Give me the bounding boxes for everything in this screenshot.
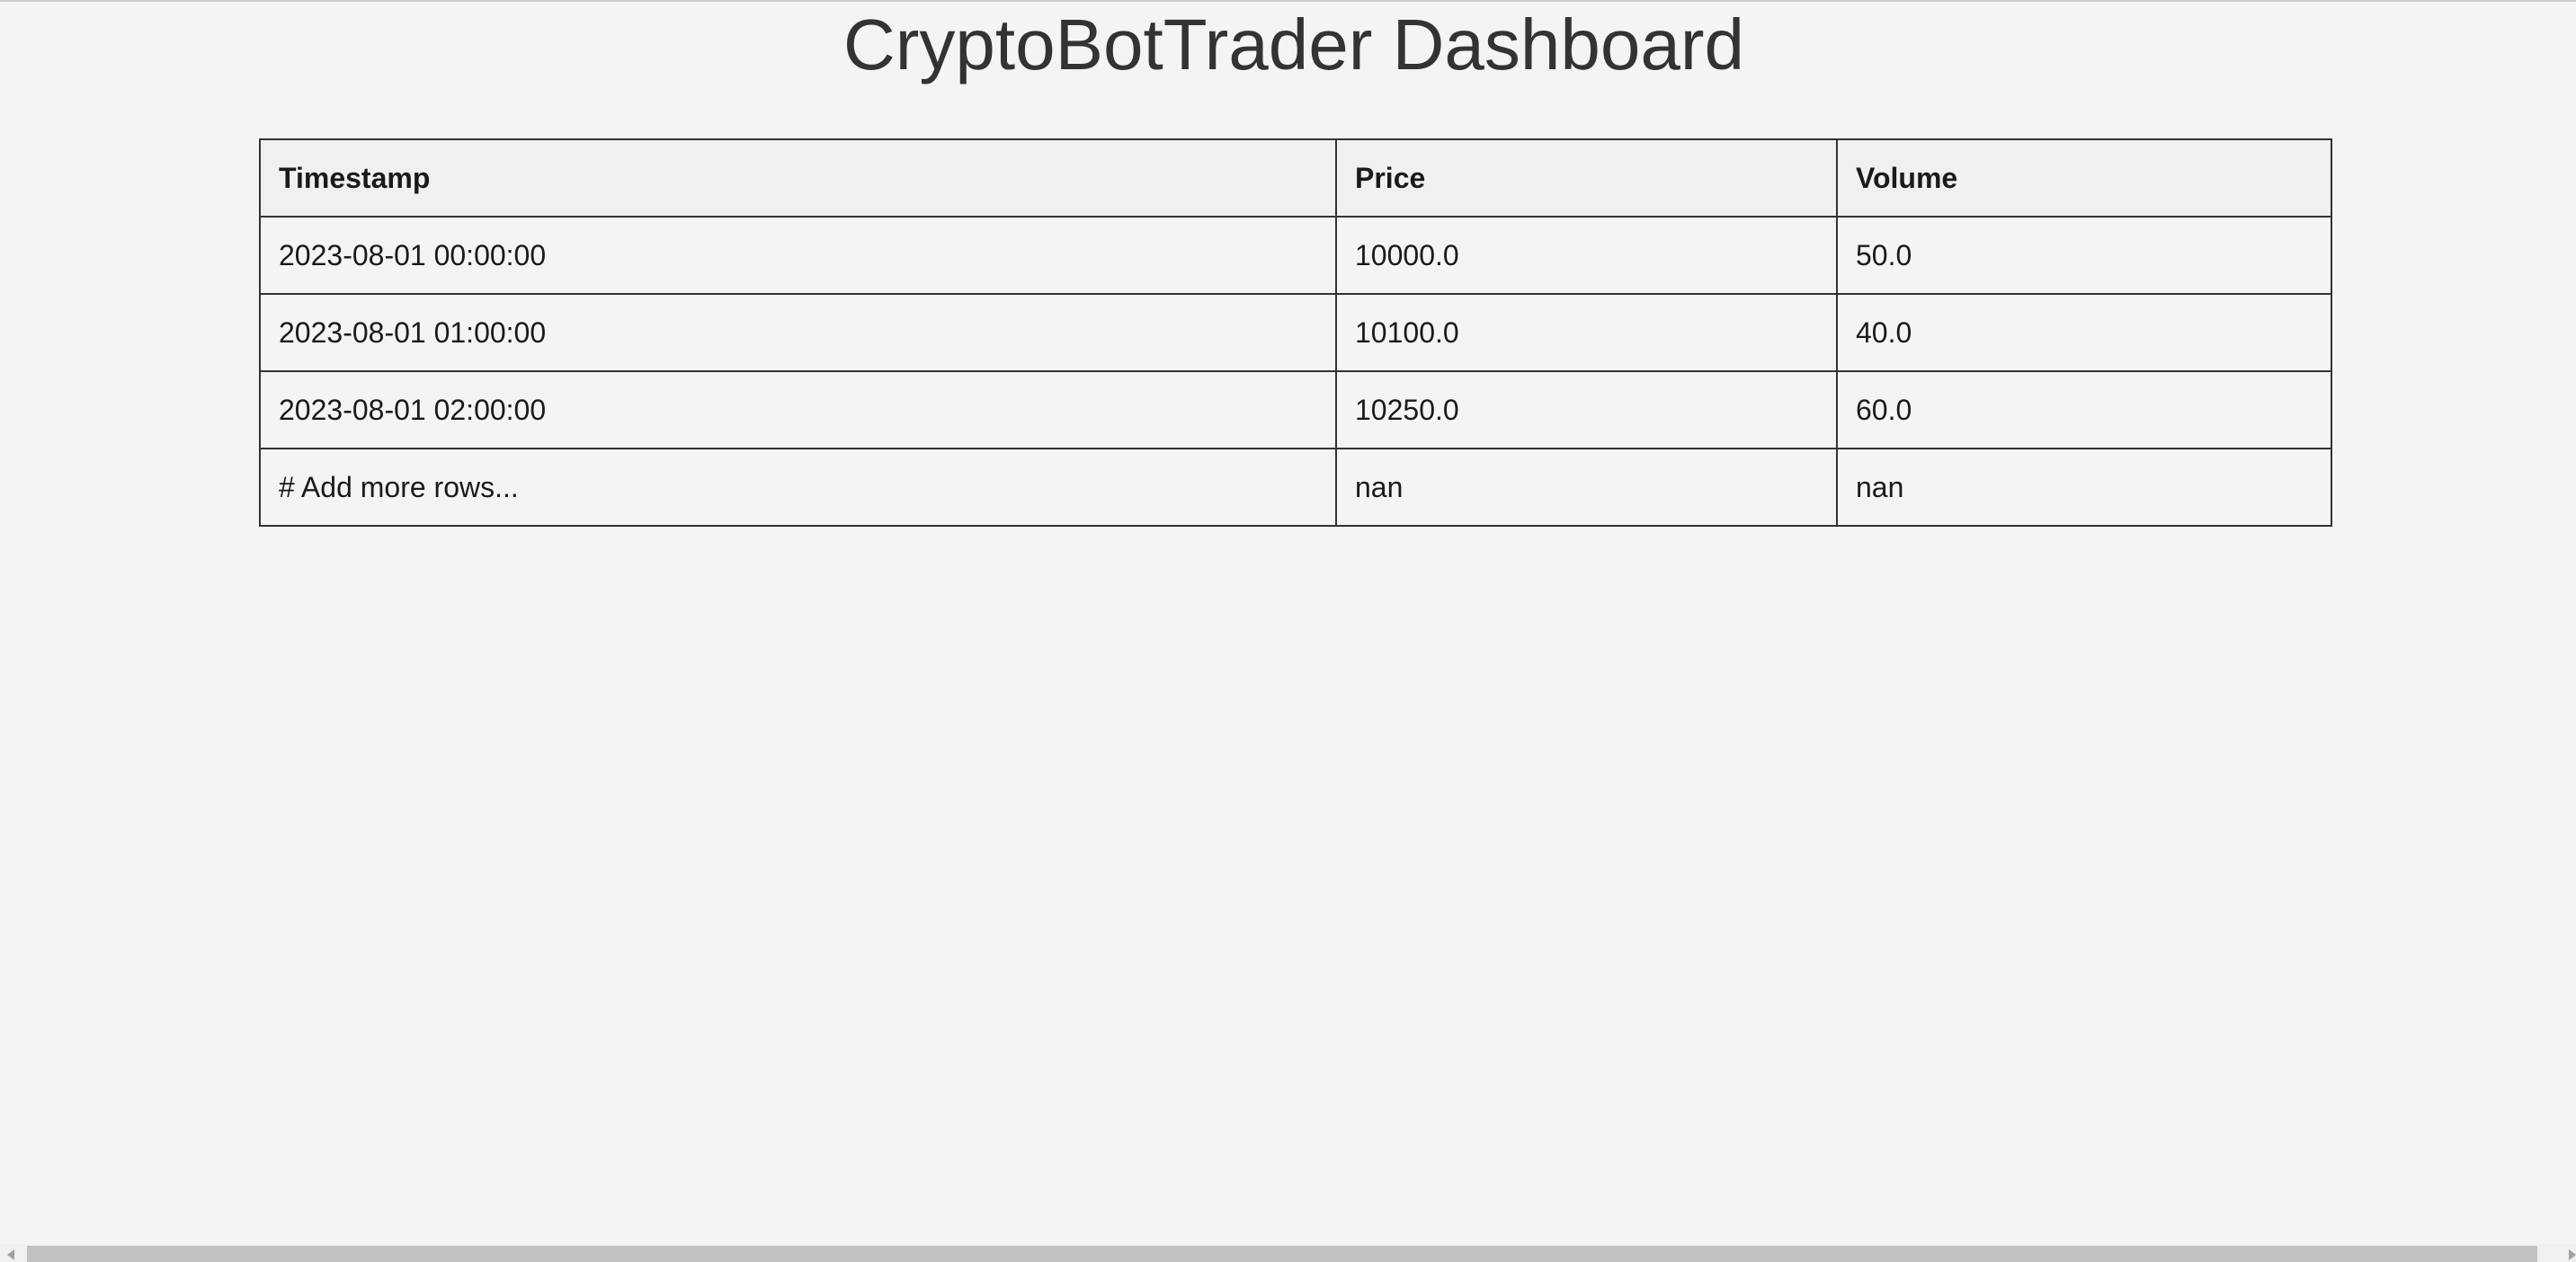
cell-timestamp: 2023-08-01 01:00:00 [259,293,1337,372]
cell-price: 10250.0 [1335,370,1838,449]
cell-price: nan [1335,448,1838,527]
cell-timestamp: 2023-08-01 02:00:00 [259,370,1337,449]
data-table: Timestamp Price Volume 2023-08-01 00:00:… [259,138,2332,527]
cell-price: 10100.0 [1335,293,1838,372]
table-header: Timestamp Price Volume [259,138,2332,218]
chevron-right-icon[interactable] [2569,1249,2576,1260]
table-header-row: Timestamp Price Volume [259,138,2332,218]
page-title: CryptoBotTrader Dashboard [843,4,1744,84]
cell-timestamp: # Add more rows... [259,448,1337,527]
table-row: 2023-08-01 00:00:00 10000.0 50.0 [259,216,2332,295]
table-row: # Add more rows... nan nan [259,448,2332,527]
table-row: 2023-08-01 02:00:00 10250.0 60.0 [259,370,2332,449]
column-header-volume: Volume [1836,138,2332,218]
cell-volume: 60.0 [1836,370,2332,449]
cell-volume: 40.0 [1836,293,2332,372]
cell-volume: nan [1836,448,2332,527]
chevron-left-icon[interactable] [7,1249,14,1260]
table-body: 2023-08-01 00:00:00 10000.0 50.0 2023-08… [259,216,2332,527]
cell-timestamp: 2023-08-01 00:00:00 [259,216,1337,295]
column-header-price: Price [1335,138,1838,218]
cell-volume: 50.0 [1836,216,2332,295]
horizontal-scrollbar[interactable] [0,1244,2576,1262]
scrollbar-thumb[interactable] [27,1246,2537,1262]
table-row: 2023-08-01 01:00:00 10100.0 40.0 [259,293,2332,372]
column-header-timestamp: Timestamp [259,138,1337,218]
cell-price: 10000.0 [1335,216,1838,295]
